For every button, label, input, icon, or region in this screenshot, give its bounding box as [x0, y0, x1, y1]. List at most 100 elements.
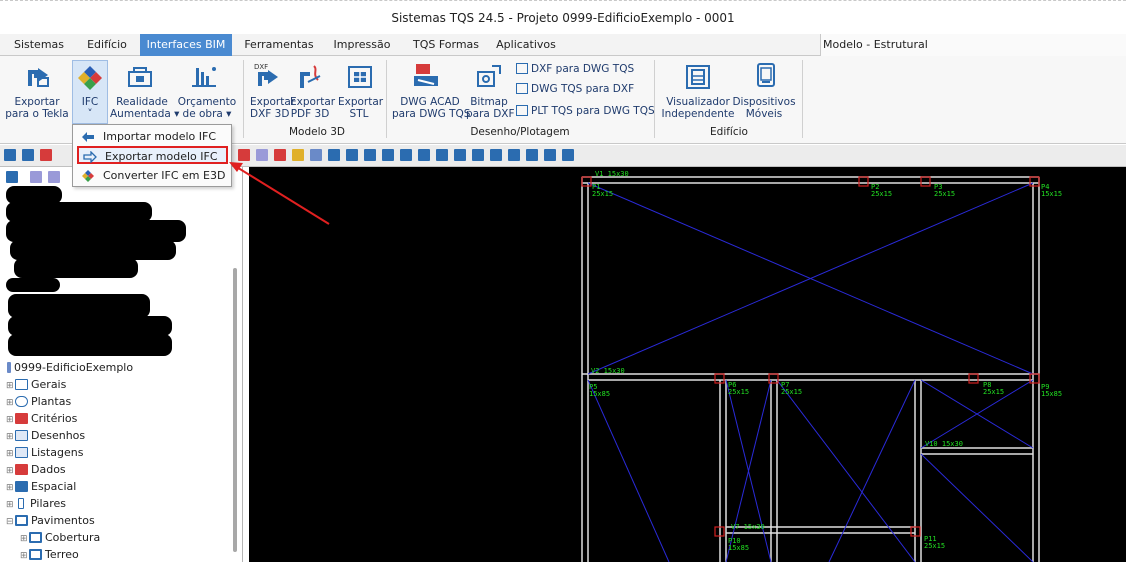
- ifc-dropdown-menu: Importar modelo IFC Exportar modelo IFC …: [72, 124, 232, 187]
- expand-icon[interactable]: ⊞: [6, 446, 14, 462]
- pillar-size: 15x85: [1041, 390, 1062, 398]
- bitmap-label-1: Bitmap: [470, 96, 508, 108]
- tag-icon[interactable]: [472, 149, 484, 161]
- tab-edificio[interactable]: Edifício: [76, 34, 138, 56]
- tab-ferramentas[interactable]: Ferramentas: [242, 34, 316, 56]
- bitmap-button[interactable]: Bitmap para DXF: [466, 96, 515, 120]
- menu-item-import-ifc[interactable]: Importar modelo IFC: [77, 128, 228, 146]
- pillar-size: 25x15: [871, 190, 892, 198]
- menu-item-export-ifc[interactable]: Exportar modelo IFC: [77, 146, 228, 164]
- pavimentos-icon: [15, 515, 28, 526]
- tree-item-label: Espacial: [31, 480, 77, 493]
- export-pdf-3d-icon: [300, 65, 321, 88]
- save-icon[interactable]: [562, 149, 574, 161]
- tab-aplicativos[interactable]: Aplicativos: [490, 34, 562, 56]
- export-pdf-3d-button[interactable]: Exportar PDF 3D: [290, 96, 335, 120]
- dwg-to-dxf-button[interactable]: DWG TQS para DXF: [516, 82, 634, 96]
- tree-project-node[interactable]: 0999-EdificioExemplo: [6, 360, 133, 376]
- export-tekla-icon: [28, 68, 49, 87]
- collapse-icon[interactable]: ⊟: [6, 514, 14, 530]
- dwg-acad-button[interactable]: DWG ACAD para DWG TQS: [392, 96, 470, 120]
- redacted-content: [6, 278, 60, 292]
- tree-item-espacial[interactable]: ⊞ Espacial: [6, 479, 76, 495]
- tree-toolbar-icon[interactable]: [6, 171, 18, 183]
- tree-item-label: Cobertura: [45, 531, 101, 544]
- export-dxf-3d-button[interactable]: Exportar DXF 3D: [250, 96, 295, 120]
- ifc-button-labels: IFC ˅: [72, 96, 108, 120]
- redraw-icon[interactable]: [418, 149, 430, 161]
- tree-refresh-icon[interactable]: [48, 171, 60, 183]
- floor-icon: [29, 549, 42, 560]
- zoom-icon[interactable]: [364, 149, 376, 161]
- augmented-reality-icon: [128, 67, 152, 87]
- tree-item-criterios[interactable]: ⊞ Critérios: [6, 411, 77, 427]
- expand-icon[interactable]: ⊞: [6, 429, 14, 445]
- drawing-canvas[interactable]: V1 15x30 V2 15x30 V7 15x30 V10 15x30 P12…: [249, 167, 1126, 562]
- redacted-content: [8, 294, 150, 318]
- expand-icon[interactable]: ⊞: [6, 497, 14, 513]
- tree-item-cobertura[interactable]: ⊞ Cobertura: [20, 530, 100, 546]
- tab-sistemas[interactable]: Sistemas: [6, 34, 72, 56]
- budget-label-2: de obra ▾: [182, 108, 232, 120]
- augmented-reality-button[interactable]: Realidade Aumentada ▾: [110, 96, 179, 120]
- pillar-size: 15x85: [589, 390, 610, 398]
- viewer-label-1: Visualizador: [666, 96, 730, 108]
- export-tekla-label-1: Exportar: [14, 96, 60, 108]
- tab-tqs-formas[interactable]: TQS Formas: [408, 34, 484, 56]
- criterios-icon: [15, 413, 28, 424]
- tree-item-desenhos[interactable]: ⊞ Desenhos: [6, 428, 85, 444]
- tree-item-listagens[interactable]: ⊞ Listagens: [6, 445, 83, 461]
- dwg-icon: [15, 430, 28, 441]
- export-stl-label-2: STL: [349, 108, 369, 120]
- expand-icon[interactable]: ⊞: [6, 480, 14, 496]
- project-icon: [7, 362, 11, 373]
- tree-item-terreo[interactable]: ⊞ Terreo: [20, 547, 79, 562]
- tree-item-gerais[interactable]: ⊞ Gerais: [6, 377, 66, 393]
- pillar-size: 25x15: [924, 542, 945, 550]
- expand-icon[interactable]: ⊞: [6, 463, 14, 479]
- print-icon[interactable]: [544, 149, 556, 161]
- mobile-devices-button[interactable]: Dispositivos Móveis: [732, 96, 796, 120]
- menu-item-convert-ifc[interactable]: Converter IFC em E3D: [77, 167, 228, 185]
- tree-item-plantas[interactable]: ⊞ Plantas: [6, 394, 71, 410]
- expand-icon[interactable]: ⊞: [6, 412, 14, 428]
- tree-filter-icon[interactable]: [30, 171, 42, 183]
- expand-icon[interactable]: ⊞: [20, 548, 28, 562]
- export-pdf-3d-label-2: PDF 3D: [290, 108, 330, 120]
- viewer-button[interactable]: Visualizador Independente: [660, 96, 736, 120]
- tab-interfaces-bim[interactable]: Interfaces BIM: [140, 34, 232, 56]
- export-stl-button[interactable]: Exportar STL: [338, 96, 383, 120]
- tree-scrollbar[interactable]: [233, 268, 237, 552]
- tab-impressao[interactable]: Impressão: [328, 34, 396, 56]
- model-selector[interactable]: Modelo - Estrutural: [820, 34, 1126, 56]
- budget-button[interactable]: Orçamento de obra ▾: [176, 96, 238, 120]
- expand-icon[interactable]: ⊞: [20, 531, 28, 547]
- zoom-window-icon[interactable]: [346, 149, 358, 161]
- export-tekla-button[interactable]: Exportar para o Tekla: [4, 96, 70, 120]
- dxf-to-dwg-button[interactable]: DXF para DWG TQS: [516, 62, 634, 76]
- pillars: [581, 176, 1040, 537]
- grid-icon[interactable]: [4, 149, 16, 161]
- chart-icon[interactable]: [508, 149, 520, 161]
- tree-item-dados[interactable]: ⊞ Dados: [6, 462, 66, 478]
- people-icon[interactable]: [454, 149, 466, 161]
- export-stl-icon: [348, 66, 372, 88]
- ifc-convert-icon: [82, 170, 94, 182]
- dwg-file-icon: [516, 83, 528, 94]
- calc-icon[interactable]: [490, 149, 502, 161]
- expand-icon[interactable]: ⊞: [6, 395, 14, 411]
- stack-icon[interactable]: [40, 149, 52, 161]
- group-modelo-3d: Modelo 3D: [288, 126, 346, 138]
- tree-item-pilares[interactable]: ⊞ Pilares: [6, 496, 66, 512]
- window-icon[interactable]: [22, 149, 34, 161]
- ribbon-separator: [386, 60, 387, 138]
- fit-icon[interactable]: [400, 149, 412, 161]
- tree-item-pavimentos[interactable]: ⊟ Pavimentos: [6, 513, 95, 529]
- diagonals: [587, 182, 1034, 562]
- mobile-devices-label-2: Móveis: [745, 108, 783, 120]
- expand-icon[interactable]: ⊞: [6, 378, 14, 394]
- measure-icon[interactable]: [436, 149, 448, 161]
- book-icon[interactable]: [526, 149, 538, 161]
- plt-to-dwg-button[interactable]: PLT TQS para DWG TQS: [516, 104, 655, 118]
- pan-icon[interactable]: [382, 149, 394, 161]
